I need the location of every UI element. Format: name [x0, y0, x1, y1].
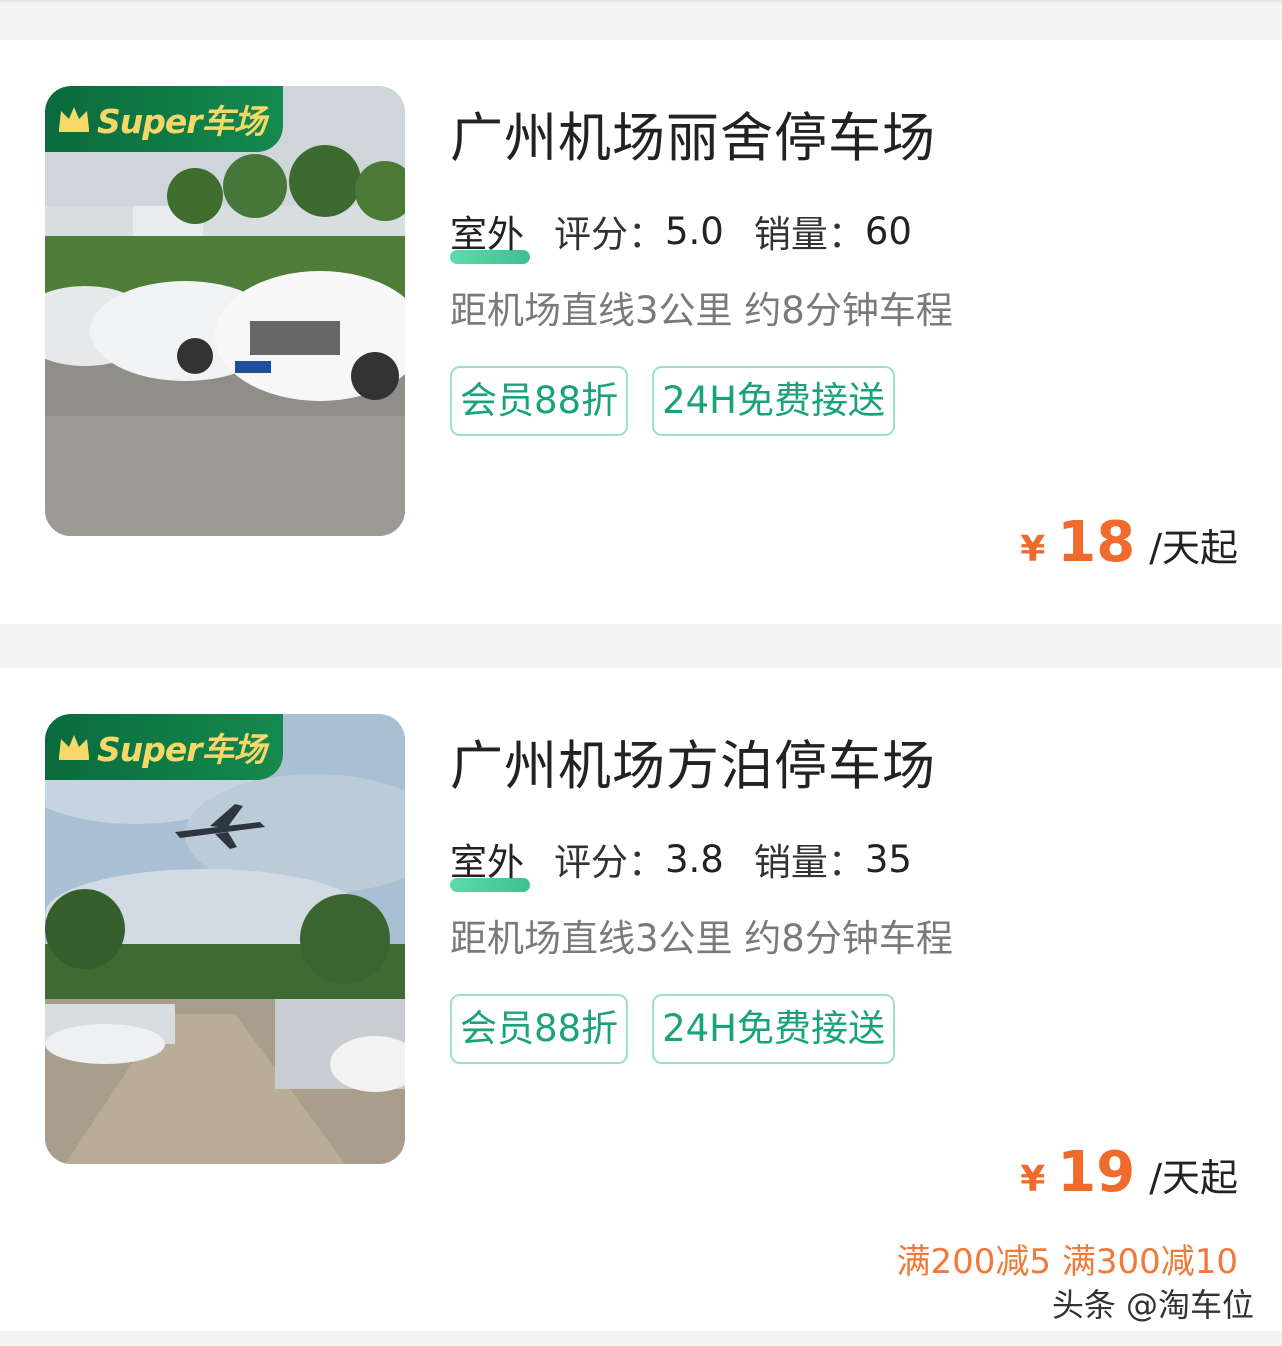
- crown-icon: [59, 735, 89, 760]
- outdoor-tag: 室外: [450, 832, 530, 892]
- free-shuttle-tag: 24H免费接送: [652, 366, 895, 436]
- super-parking-badge: Super车场: [45, 714, 283, 780]
- parking-photo-image: [45, 86, 405, 536]
- outdoor-tag-label: 室外: [450, 841, 524, 884]
- currency-symbol: ¥: [1020, 1159, 1046, 1200]
- rating-value: 5.0: [665, 209, 724, 253]
- sales-value: 35: [864, 837, 912, 881]
- parking-photo-image: [45, 714, 405, 1164]
- super-parking-badge: Super车场: [45, 86, 283, 152]
- rating-label: 评分：: [554, 213, 665, 256]
- parking-lot-card[interactable]: Super车场 广州机场方泊停车场 室外 评分： 3.8 销量： 35 距机场直…: [0, 668, 1282, 1331]
- top-divider: [0, 0, 1282, 40]
- distance-info: 距机场直线3公里 约8分钟车程: [450, 917, 953, 960]
- distance-info: 距机场直线3公里 约8分钟车程: [450, 289, 953, 332]
- outdoor-tag-label: 室外: [450, 213, 524, 256]
- outdoor-tag: 室外: [450, 204, 530, 264]
- currency-symbol: ¥: [1020, 529, 1046, 570]
- price-value: 19: [1057, 1140, 1136, 1205]
- parking-lot-photo[interactable]: Super车场: [45, 714, 405, 1164]
- free-shuttle-tag: 24H免费接送: [652, 994, 895, 1064]
- parking-lot-card[interactable]: Super车场 广州机场丽舍停车场 室外 评分： 5.0 销量： 60 距机场直…: [0, 40, 1282, 624]
- benefit-tags: 会员88折 24H免费接送: [450, 994, 919, 1064]
- sales-label: 销量：: [753, 841, 865, 884]
- price-value: 18: [1057, 510, 1136, 575]
- parking-lot-meta: 室外 评分： 3.8 销量： 35: [450, 832, 912, 892]
- promotion-text: 满200减5 满300减10: [896, 1242, 1239, 1282]
- super-parking-badge-label: Super车场: [97, 102, 267, 141]
- member-discount-tag: 会员88折: [450, 994, 629, 1064]
- sales-value: 60: [864, 209, 912, 253]
- parking-lot-photo[interactable]: Super车场: [45, 86, 405, 536]
- rating-value: 3.8: [665, 837, 724, 881]
- price: ¥ 18 /天起: [1020, 510, 1238, 575]
- parking-lot-name[interactable]: 广州机场方泊停车场: [450, 724, 936, 800]
- crown-icon: [59, 107, 89, 132]
- price-unit: /天起: [1149, 526, 1238, 570]
- parking-lot-name[interactable]: 广州机场丽舍停车场: [450, 96, 936, 172]
- rating-label: 评分：: [554, 841, 665, 884]
- bottom-divider: [0, 1331, 1282, 1346]
- super-parking-badge-label: Super车场: [97, 730, 267, 769]
- price: ¥ 19 /天起: [1020, 1140, 1238, 1205]
- benefit-tags: 会员88折 24H免费接送: [450, 366, 919, 436]
- parking-lot-meta: 室外 评分： 5.0 销量： 60: [450, 204, 912, 264]
- member-discount-tag: 会员88折: [450, 366, 629, 436]
- watermark: 头条 @淘车位: [1051, 1286, 1254, 1324]
- price-unit: /天起: [1149, 1156, 1238, 1200]
- sales-label: 销量：: [753, 213, 865, 256]
